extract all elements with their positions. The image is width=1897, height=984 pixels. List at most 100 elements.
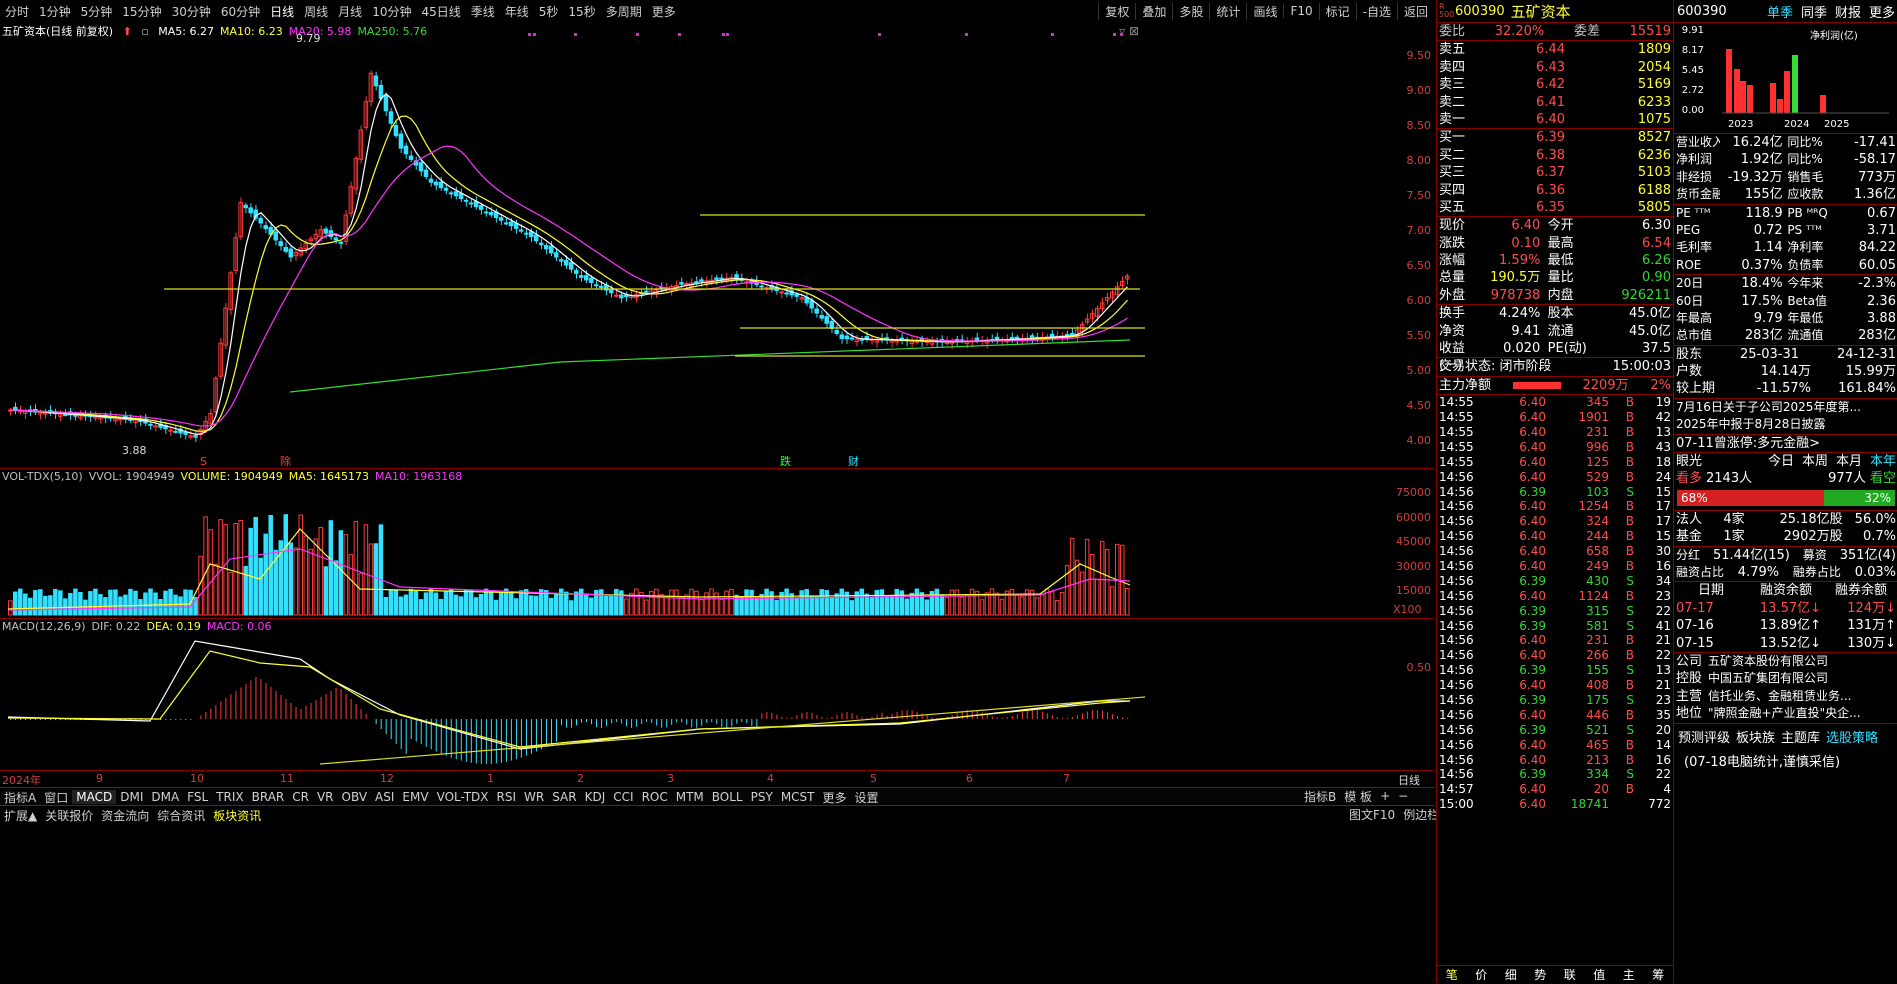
f10-tab[interactable]: 财报 bbox=[1835, 2, 1861, 21]
tick-row[interactable]: 14:56 6.40 244 B 15 bbox=[1437, 529, 1673, 544]
tick-row[interactable]: 14:55 6.40 345 B 19 bbox=[1437, 395, 1673, 410]
macd-panel[interactable]: MACD(12,26,9) DIF: 0.22 DEA: 0.19 MACD: 0.0… bbox=[0, 618, 1434, 771]
period-tab[interactable]: 15秒 bbox=[563, 3, 600, 20]
indicator-tab[interactable]: VR bbox=[313, 790, 338, 804]
news-section[interactable]: 7月16日关于子公司2025年度第... 2025年中报于8月28日披露 bbox=[1674, 399, 1897, 435]
indicator-tab[interactable]: CR bbox=[288, 790, 313, 804]
volume-chart[interactable] bbox=[0, 469, 1434, 619]
indicator-tab[interactable]: OBV bbox=[338, 790, 372, 804]
period-tab[interactable]: 10分钟 bbox=[367, 3, 416, 20]
bottom-right-tool[interactable]: 图文F10 bbox=[1345, 806, 1399, 823]
quote-tab[interactable]: 笔 bbox=[1437, 966, 1467, 984]
indicator-tab[interactable]: 更多 bbox=[819, 789, 851, 806]
indicator-tab[interactable]: PSY bbox=[747, 790, 777, 804]
period-tab[interactable]: 15分钟 bbox=[117, 3, 166, 20]
vision-tab[interactable]: 本周 bbox=[1802, 453, 1828, 470]
period-tab[interactable]: 多周期 bbox=[601, 3, 647, 20]
indicator-tab[interactable]: KDJ bbox=[581, 790, 610, 804]
period-tab[interactable]: 日线 bbox=[265, 3, 299, 20]
f10-link[interactable]: 选股策略 bbox=[1826, 727, 1878, 746]
chart-tool-button[interactable]: 叠加 bbox=[1135, 2, 1172, 20]
chart-tool-button[interactable]: F10 bbox=[1283, 4, 1318, 18]
indicator-tool[interactable]: − bbox=[1394, 789, 1412, 803]
indicator-tab[interactable]: ASI bbox=[371, 790, 398, 804]
indicator-tab[interactable]: CCI bbox=[609, 790, 637, 804]
tick-row[interactable]: 14:56 6.39 155 S 13 bbox=[1437, 663, 1673, 678]
bottom-tab[interactable]: 关联报价 bbox=[41, 807, 97, 824]
volume-panel[interactable]: VOL-TDX(5,10) VVOL: 1904949 VOLUME: 190494… bbox=[0, 468, 1434, 619]
tick-row[interactable]: 14:56 6.40 266 B 22 bbox=[1437, 648, 1673, 663]
period-tab[interactable]: 5分钟 bbox=[76, 3, 118, 20]
period-tab[interactable]: 月线 bbox=[333, 3, 367, 20]
quote-tab[interactable]: 细 bbox=[1496, 966, 1526, 984]
indicator-tab[interactable]: EMV bbox=[398, 790, 432, 804]
tick-row[interactable]: 14:56 6.39 315 S 22 bbox=[1437, 604, 1673, 619]
tick-list[interactable]: 14:55 6.40 345 B 19 14:55 6.40 1901 B 42 14:55 6.40… bbox=[1437, 395, 1673, 812]
indicator-tab[interactable]: FSL bbox=[183, 790, 212, 804]
tick-row[interactable]: 14:56 6.39 581 S 41 bbox=[1437, 619, 1673, 634]
kline-chart[interactable]: 9.79 3.88 S 除 跌 财 bbox=[0, 22, 1434, 468]
date-axis-mode[interactable]: 日线 bbox=[1398, 772, 1420, 788]
f10-link[interactable]: 主题库 bbox=[1781, 727, 1820, 746]
indicator-tab[interactable]: BRAR bbox=[248, 790, 289, 804]
tick-row[interactable]: 14:55 6.40 231 B 13 bbox=[1437, 425, 1673, 440]
chart-tool-button[interactable]: 复权 bbox=[1098, 2, 1135, 20]
indicator-tool[interactable]: + bbox=[1376, 789, 1394, 803]
chart-tool-button[interactable]: 画线 bbox=[1246, 2, 1283, 20]
chart-tool-button[interactable]: 多股 bbox=[1172, 2, 1209, 20]
tick-row[interactable]: 14:57 6.40 20 B 4 bbox=[1437, 782, 1673, 797]
indicator-tab[interactable]: BOLL bbox=[708, 790, 747, 804]
tick-row[interactable]: 14:55 6.40 1901 B 42 bbox=[1437, 410, 1673, 425]
period-tab[interactable]: 30分钟 bbox=[167, 3, 216, 20]
mainflow-row[interactable]: 主力净额 2209万 2% bbox=[1437, 377, 1673, 396]
period-tab[interactable]: 季线 bbox=[466, 3, 500, 20]
tick-row[interactable]: 14:56 6.39 334 S 22 bbox=[1437, 767, 1673, 782]
period-tab[interactable]: 5秒 bbox=[534, 3, 564, 20]
vision-tab[interactable]: 今日 bbox=[1768, 453, 1794, 470]
indicator-tab[interactable]: 设置 bbox=[851, 789, 883, 806]
quote-tab[interactable]: 联 bbox=[1555, 966, 1585, 984]
indicator-tab[interactable]: DMA bbox=[147, 790, 183, 804]
chart-tool-button[interactable]: 统计 bbox=[1209, 2, 1246, 20]
bottom-tab[interactable]: 综合资讯 bbox=[153, 807, 209, 824]
tick-row[interactable]: 14:56 6.40 408 B 21 bbox=[1437, 678, 1673, 693]
indicator-tab[interactable]: 窗口 bbox=[40, 789, 72, 806]
tick-row[interactable]: 14:56 6.39 430 S 34 bbox=[1437, 574, 1673, 589]
tick-row[interactable]: 14:56 6.40 324 B 17 bbox=[1437, 514, 1673, 529]
period-tab[interactable]: 年线 bbox=[500, 3, 534, 20]
indicator-tab[interactable]: TRIX bbox=[212, 790, 247, 804]
limit-up-news[interactable]: 07-11曾涨停:多元金融> bbox=[1676, 435, 1820, 452]
period-tab[interactable]: 1分钟 bbox=[34, 3, 76, 20]
f10-link[interactable]: 预测评级 bbox=[1678, 727, 1730, 746]
bottom-tab[interactable]: 资金流向 bbox=[97, 807, 153, 824]
period-tab[interactable]: 60分钟 bbox=[216, 3, 265, 20]
indicator-tab[interactable]: MACD bbox=[72, 790, 117, 804]
tick-row[interactable]: 14:56 6.40 446 B 35 bbox=[1437, 708, 1673, 723]
vision-tab[interactable]: 本月 bbox=[1836, 453, 1862, 470]
macd-chart[interactable] bbox=[0, 619, 1434, 771]
news-limit-up[interactable]: 07-11曾涨停:多元金融> bbox=[1674, 435, 1897, 454]
period-tab[interactable]: 分时 bbox=[0, 3, 34, 20]
period-tab[interactable]: 周线 bbox=[299, 3, 333, 20]
tick-row[interactable]: 14:56 6.40 1254 B 17 bbox=[1437, 499, 1673, 514]
tick-row[interactable]: 14:56 6.40 249 B 16 bbox=[1437, 559, 1673, 574]
tick-row[interactable]: 14:56 6.39 103 S 15 bbox=[1437, 485, 1673, 500]
quote-tab[interactable]: 价 bbox=[1467, 966, 1497, 984]
indicator-tab[interactable]: VOL-TDX bbox=[433, 790, 493, 804]
quote-tab[interactable]: 主 bbox=[1614, 966, 1644, 984]
tick-row[interactable]: 14:56 6.40 1124 B 23 bbox=[1437, 589, 1673, 604]
tick-row[interactable]: 14:56 6.40 658 B 30 bbox=[1437, 544, 1673, 559]
indicator-tool[interactable]: 模 板 bbox=[1340, 788, 1376, 805]
indicator-tab[interactable]: MCST bbox=[777, 790, 819, 804]
f10-link[interactable]: 板块族 bbox=[1736, 727, 1775, 746]
tick-row[interactable]: 14:56 6.40 231 B 21 bbox=[1437, 633, 1673, 648]
tick-row[interactable]: 14:55 6.40 996 B 43 bbox=[1437, 440, 1673, 455]
quote-tab[interactable]: 势 bbox=[1526, 966, 1556, 984]
tick-row[interactable]: 15:00 6.40 18741 772 bbox=[1437, 797, 1673, 812]
tick-row[interactable]: 14:56 6.40 465 B 14 bbox=[1437, 738, 1673, 753]
indicator-tab[interactable]: MTM bbox=[672, 790, 708, 804]
news-item[interactable]: 7月16日关于子公司2025年度第... bbox=[1674, 399, 1897, 416]
indicator-tab[interactable]: 指标A bbox=[0, 789, 40, 806]
vision-tab[interactable]: 本年 bbox=[1870, 453, 1896, 470]
indicator-tab[interactable]: WR bbox=[520, 790, 548, 804]
